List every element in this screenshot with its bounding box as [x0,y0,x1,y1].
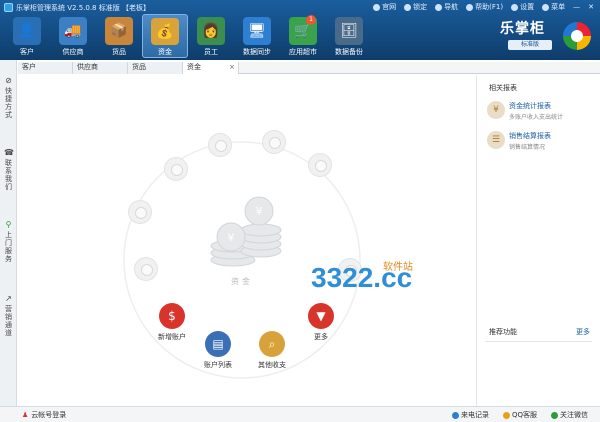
wechat-icon [551,411,558,419]
close-button[interactable]: ✕ [588,2,594,12]
main-toolbar: 👤 客户 🚚 供应商 📦 货品 💰 资金 👩 员工 🖥 数据同步 🛒 应用超市 … [4,14,372,58]
staff-icon: 👩 [197,17,225,45]
funds-icon: 💰 [151,18,179,45]
toolbar-backup[interactable]: 🗄 数据备份 [326,14,372,58]
top-menu-help[interactable]: 帮助(F1) [466,2,503,12]
qq-support-link[interactable]: QQ客服 [502,410,537,420]
toolbar-staff[interactable]: 👩 员工 [188,14,234,58]
brand-name: 乐掌柜 [500,21,545,37]
nav-icon [435,3,443,11]
top-menu-nav[interactable]: 导航 [435,2,458,12]
report-icon: ¥ [487,101,505,119]
supplier-icon: 🚚 [59,17,87,45]
watermark: 3322.cc 软件站 [311,262,413,293]
sidebar-item-marketing[interactable]: ↗ 营销通道 [2,294,15,337]
sync-icon: 🖥 [243,17,271,45]
tab-goods[interactable]: 货品 [128,62,183,74]
gear-icon [511,3,519,11]
toolbar-appstore[interactable]: 🛒 应用超市 1 [280,14,326,58]
card-icon: ▤ [205,331,231,357]
top-menu-settings[interactable]: 设置 [511,2,534,12]
sidebar-item-contact[interactable]: ☎ 联系我们 [2,148,15,191]
status-links: 来电记录 QQ客服 关注微信 [451,410,588,420]
left-sidebar: ⊘ 快捷方式 ☎ 联系我们 ⚲ 上门服务 ↗ 营销通道 [0,60,17,406]
qq-icon [502,411,510,419]
tab-bar: 客户 供应商 货品 资金 × [18,62,600,74]
minimize-button[interactable]: — [573,2,580,12]
home-icon [373,3,381,11]
chart-icon: ↗ [5,294,12,303]
bike-icon: ⚲ [5,220,12,229]
ring-dot [208,133,232,157]
goods-icon: 📦 [105,17,133,45]
svg-text:¥: ¥ [256,205,263,218]
tab-suppliers[interactable]: 供应商 [73,62,128,74]
tab-customers[interactable]: 客户 [18,62,73,74]
status-bar: ♟ 云帐号登录 来电记录 QQ客服 关注微信 [0,406,600,422]
funds-main-panel: ¥ ¥ 资金 $ 新增账户 ▤ 账户列表 ⌕ 其他收支 ▼ 更多 3322.cc… [18,75,474,406]
recommend-title: 推荐功能 [489,328,517,336]
top-menu-lock[interactable]: 锁定 [404,2,427,12]
toolbar-sync[interactable]: 🖥 数据同步 [234,14,280,58]
menu-icon [542,3,550,11]
more-icon: ▼ [308,303,334,329]
report-item-funds[interactable]: ¥ 资金统计报表 多账户收入支出统计 [487,101,563,121]
center-label: 资金 [231,277,253,286]
close-icon[interactable]: × [229,62,235,73]
account-list-button[interactable]: ▤ 账户列表 [204,331,232,370]
report-icon: ☰ [487,131,505,149]
related-reports-title: 相关报表 [489,84,517,92]
sidebar-item-service[interactable]: ⚲ 上门服务 [2,220,15,263]
related-reports-panel: 相关报表 ¥ 资金统计报表 多账户收入支出统计 ☰ 销售结算报表 销售结算情况 … [476,75,600,406]
phone-icon [451,411,459,419]
title-bar: 乐掌柜管理系统 V2.5.0.8 标准版 【老板】 官网 锁定 导航 帮助(F1… [0,0,600,60]
help-icon [466,3,474,11]
divider [485,341,592,342]
ring-dot [128,200,152,224]
toolbar-customers[interactable]: 👤 客户 [4,14,50,58]
customer-icon: 👤 [13,17,41,45]
svg-text:¥: ¥ [228,231,235,244]
ring-dot [262,130,286,154]
lock-icon [404,3,412,11]
follow-wechat-link[interactable]: 关注微信 [551,410,588,420]
brand-edition: 标准版 [508,40,552,50]
coin-stack-icon: ¥ ¥ [210,196,282,267]
sidebar-item-shortcuts[interactable]: ⊘ 快捷方式 [2,76,15,119]
compass-icon: ⊘ [5,76,12,85]
backup-icon: 🗄 [335,17,363,45]
brand: 乐掌柜 标准版 [500,18,560,52]
other-income-button[interactable]: ⌕ 其他收支 [258,331,286,370]
app-icon [4,3,13,12]
ring-dot [308,153,332,177]
money-bag-icon: $ [159,303,185,329]
toolbar-goods[interactable]: 📦 货品 [96,14,142,58]
magnifier-icon: ⌕ [259,331,285,357]
tab-funds[interactable]: 资金 × [183,62,239,74]
top-menu-menu[interactable]: 菜单 [542,2,565,12]
ring-dot [134,257,158,281]
notification-badge: 1 [306,15,316,25]
brand-logo [563,22,591,50]
ring-dot [164,157,188,181]
app-title: 乐掌柜管理系统 V2.5.0.8 标准版 【老板】 [16,4,150,12]
cloud-login[interactable]: ♟ 云帐号登录 [22,410,66,420]
report-item-sales[interactable]: ☰ 销售结算报表 销售结算情况 [487,131,551,151]
phone-icon: ☎ [4,148,14,157]
recommend-more-link[interactable]: 更多 [576,327,590,337]
toolbar-funds[interactable]: 💰 资金 [142,14,188,58]
new-account-button[interactable]: $ 新增账户 [158,303,186,342]
user-icon: ♟ [22,411,29,419]
more-button[interactable]: ▼ 更多 [308,303,334,342]
top-menu: 官网 锁定 导航 帮助(F1) 设置 菜单 — ✕ [373,2,594,12]
toolbar-suppliers[interactable]: 🚚 供应商 [50,14,96,58]
top-menu-home[interactable]: 官网 [373,2,396,12]
call-records-link[interactable]: 来电记录 [451,410,489,420]
